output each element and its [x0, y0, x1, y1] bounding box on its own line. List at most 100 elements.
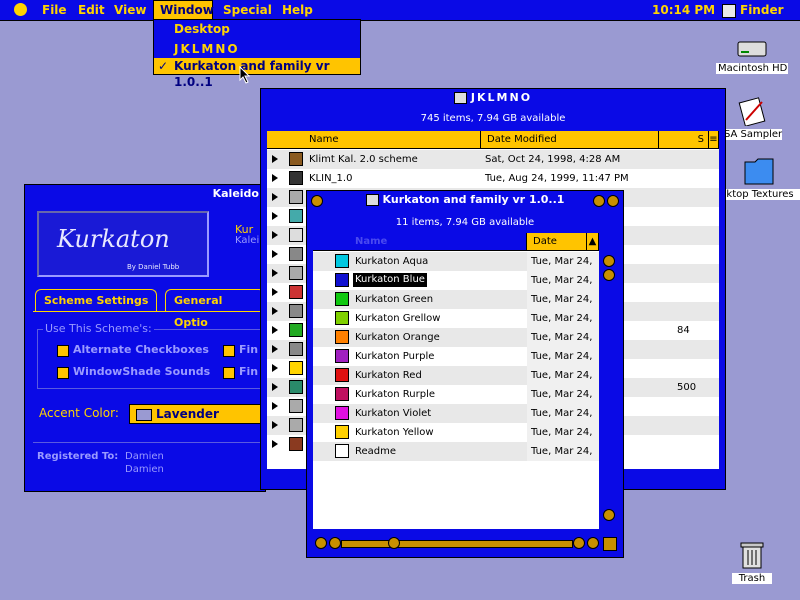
- list-item[interactable]: Kurkaton Green Tue, Mar 24,: [313, 290, 599, 309]
- file-icon: [289, 266, 303, 280]
- menu-clock[interactable]: 10:14 PM: [652, 0, 715, 20]
- desktop-icon-textures[interactable]: ktop Textures: [720, 154, 800, 200]
- window-menu-item-label: Desktop: [174, 22, 230, 36]
- list-item[interactable]: Kurkaton Yellow Tue, Mar 24,: [313, 423, 599, 442]
- disclosure-triangle-icon[interactable]: [272, 440, 278, 448]
- disclosure-triangle-icon[interactable]: [272, 364, 278, 372]
- tab-general-options[interactable]: General Optio: [165, 289, 265, 329]
- list-item[interactable]: Kurkaton Grellow Tue, Mar 24,: [313, 309, 599, 328]
- sort-direction-button[interactable]: ≡: [709, 131, 719, 149]
- kurkaton-family-window: Kurkaton and family vr 1.0..1 11 items, …: [306, 190, 624, 558]
- scheme-options-group: [37, 329, 266, 389]
- file-date: Tue, Mar 24,: [527, 404, 599, 423]
- name-cell: Kurkaton Grellow: [313, 309, 527, 328]
- accent-color-popup[interactable]: Lavender: [129, 404, 265, 424]
- list-item[interactable]: Kurkaton Aqua Tue, Mar 24,: [313, 252, 599, 271]
- menu-edit[interactable]: Edit: [72, 0, 111, 20]
- checkbox-fin-1[interactable]: [223, 345, 235, 357]
- table-row[interactable]: KLIN_1.0 Tue, Aug 24, 1999, 11:47 PM: [267, 169, 719, 188]
- file-name: Kurkaton Blue: [353, 273, 427, 287]
- disclosure-triangle-icon[interactable]: [272, 269, 278, 277]
- window-menu-item-jklmno[interactable]: JKLMNO: [154, 41, 360, 57]
- disclosure-triangle-icon[interactable]: [272, 155, 278, 163]
- window-titlebar[interactable]: JKLMNO: [261, 89, 725, 107]
- checkbox-alternate-checkboxes[interactable]: [57, 345, 69, 357]
- scheme-file-icon: [335, 368, 349, 382]
- scroll-right-arrow-icon[interactable]: [329, 537, 341, 549]
- window-menu-item-kurkaton[interactable]: ✓ Kurkaton and family vr 1.0..1: [154, 58, 360, 89]
- list-item[interactable]: Kurkaton Orange Tue, Mar 24,: [313, 328, 599, 347]
- scheme-file-icon: [335, 273, 349, 287]
- list-item[interactable]: Kurkaton Red Tue, Mar 24,: [313, 366, 599, 385]
- file-date: Tue, Mar 24,: [527, 423, 599, 442]
- scroll-left-arrow-icon[interactable]: [315, 537, 327, 549]
- column-header-date[interactable]: Date Modified: [527, 233, 587, 265]
- sort-direction-button[interactable]: ▲: [587, 233, 599, 251]
- column-header-size[interactable]: S: [659, 131, 709, 149]
- file-date: Tue, Aug 24, 1999, 11:47 PM: [485, 173, 629, 184]
- column-header-name[interactable]: Name: [267, 131, 481, 149]
- folder-title-icon: [453, 92, 467, 104]
- tab-scheme-settings[interactable]: Scheme Settings: [35, 289, 158, 312]
- disclosure-triangle-icon[interactable]: [272, 345, 278, 353]
- file-name: Readme: [355, 446, 397, 457]
- disclosure-triangle-icon[interactable]: [272, 307, 278, 315]
- desktop-icon-trash[interactable]: Trash: [732, 540, 772, 584]
- column-header-name[interactable]: Name: [313, 233, 527, 251]
- checkbox-windowshade-sounds[interactable]: [57, 367, 69, 379]
- disclosure-triangle-icon[interactable]: [272, 421, 278, 429]
- apple-menu-icon[interactable]: [14, 3, 27, 16]
- resize-grip-icon[interactable]: [603, 537, 617, 551]
- collapse-box-icon[interactable]: [607, 195, 619, 207]
- menu-help[interactable]: Help: [276, 0, 319, 20]
- zoom-box-icon[interactable]: [593, 195, 605, 207]
- scheme-file-icon: [335, 425, 349, 439]
- disclosure-triangle-icon[interactable]: [272, 250, 278, 258]
- menu-special[interactable]: Special: [217, 0, 278, 20]
- scroll-up-arrow-icon[interactable]: [603, 509, 615, 521]
- disclosure-triangle-icon[interactable]: [272, 212, 278, 220]
- list-item[interactable]: Kurkaton Violet Tue, Mar 24,: [313, 404, 599, 423]
- scroll-thumb[interactable]: [388, 537, 400, 549]
- window-title[interactable]: Kaleido: [25, 185, 265, 203]
- vertical-scrollbar[interactable]: [601, 233, 617, 529]
- disclosure-triangle-icon[interactable]: [272, 326, 278, 334]
- list-item[interactable]: Readme Tue, Mar 24,: [313, 442, 599, 461]
- file-icon: [289, 399, 303, 413]
- finder-app-icon[interactable]: [722, 4, 736, 18]
- disclosure-triangle-icon[interactable]: [272, 402, 278, 410]
- logo-byline: By Daniel Tubb: [127, 263, 180, 271]
- list-item[interactable]: Kurkaton Rurple Tue, Mar 24,: [313, 385, 599, 404]
- desktop-icon-sampler[interactable]: SA Sampler: [722, 96, 782, 140]
- desktop-icon-macintosh-hd[interactable]: Macintosh HD: [716, 38, 788, 74]
- horizontal-scrollbar[interactable]: [313, 537, 599, 549]
- scroll-track[interactable]: [341, 540, 573, 548]
- scroll-up-arrow-icon[interactable]: [603, 255, 615, 267]
- tab-divider: [33, 311, 265, 312]
- application-menu[interactable]: Finder: [740, 0, 784, 20]
- file-list: Name Date Modified ▲ Kurkaton Aqua Tue, M…: [313, 233, 599, 529]
- menu-file[interactable]: File: [36, 0, 73, 20]
- disclosure-triangle-icon[interactable]: [272, 193, 278, 201]
- column-header-date[interactable]: Date Modified: [481, 131, 659, 149]
- menu-window[interactable]: Window: [153, 0, 214, 20]
- scheme-file-icon: [335, 292, 349, 306]
- list-item[interactable]: Kurkaton Purple Tue, Mar 24,: [313, 347, 599, 366]
- disclosure-triangle-icon[interactable]: [272, 174, 278, 182]
- list-item[interactable]: Kurkaton Blue Tue, Mar 24,: [313, 271, 599, 290]
- window-titlebar[interactable]: Kurkaton and family vr 1.0..1: [307, 191, 623, 209]
- scroll-left-arrow-icon[interactable]: [573, 537, 585, 549]
- scroll-right-arrow-icon[interactable]: [587, 537, 599, 549]
- checkbox-fin-2[interactable]: [223, 367, 235, 379]
- menu-view[interactable]: View: [108, 0, 152, 20]
- disclosure-triangle-icon[interactable]: [272, 383, 278, 391]
- group-label: Use This Scheme's:: [43, 322, 154, 335]
- disclosure-triangle-icon[interactable]: [272, 231, 278, 239]
- name-cell: Kurkaton Violet: [313, 404, 527, 423]
- table-row[interactable]: Klimt Kal. 2.0 scheme Sat, Oct 24, 1998, …: [267, 150, 719, 169]
- window-menu-item-desktop[interactable]: Desktop: [154, 21, 360, 37]
- close-box-icon[interactable]: [311, 195, 323, 207]
- menu-bar: File Edit View Window Special Help 10:14…: [0, 0, 800, 21]
- disclosure-triangle-icon[interactable]: [272, 288, 278, 296]
- scroll-down-arrow-icon[interactable]: [603, 269, 615, 281]
